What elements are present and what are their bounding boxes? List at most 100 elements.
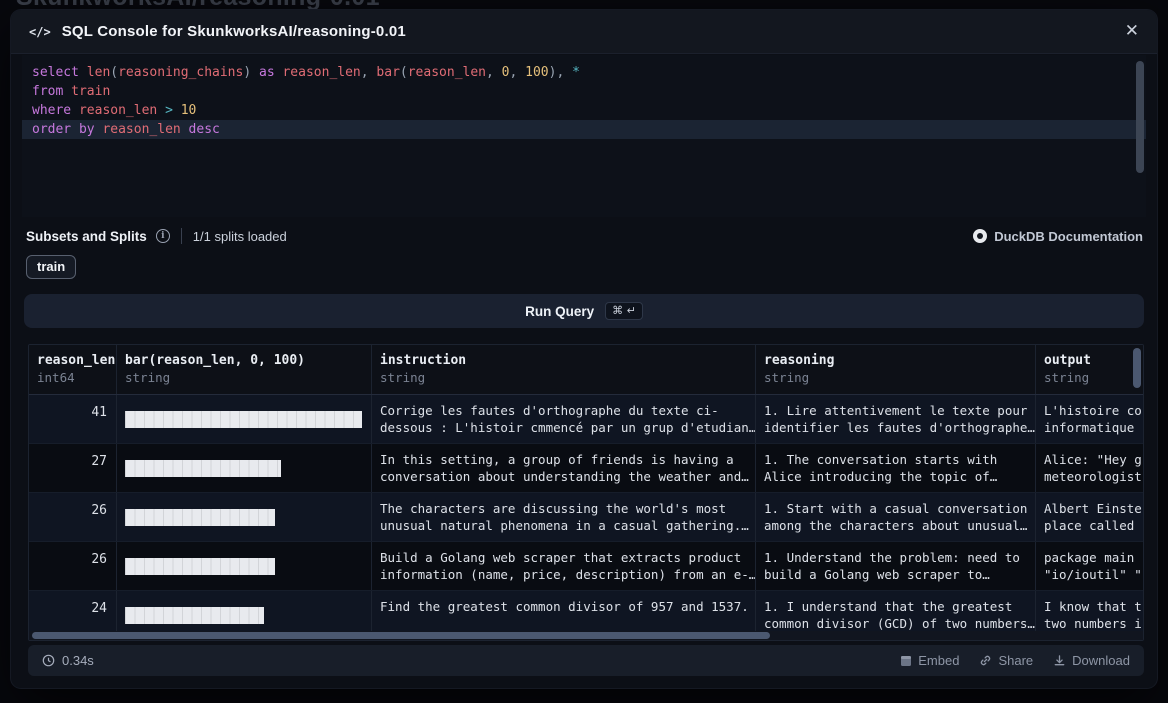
table-body: 41 Corrige les fautes d'orthographe du te… bbox=[29, 395, 1144, 633]
cell-reasoning: 1. Start with a casual conversation amon… bbox=[756, 493, 1036, 541]
sql-console-modal: </> SQL Console for SkunkworksAI/reasoni… bbox=[11, 10, 1157, 688]
splits-loaded-status: 1/1 splits loaded bbox=[193, 229, 287, 244]
sql-token: train bbox=[71, 84, 110, 99]
cell-reason-len: 27 bbox=[29, 444, 117, 492]
run-query-button[interactable]: Run Query ⌘ ↵ bbox=[24, 294, 1144, 328]
sql-token: select bbox=[32, 65, 87, 80]
sql-token: 10 bbox=[181, 103, 197, 118]
cell-instruction: In this setting, a group of friends is h… bbox=[372, 444, 756, 492]
sql-editor[interactable]: select len(reasoning_chains) as reason_l… bbox=[22, 55, 1146, 217]
modal-title: SQL Console for SkunkworksAI/reasoning-0… bbox=[62, 23, 406, 40]
bar-chart-fill bbox=[125, 411, 362, 428]
sql-token: 100 bbox=[525, 65, 548, 80]
sql-token: ), bbox=[549, 65, 572, 80]
cell-output: Alice: "Hey g meteorologist bbox=[1036, 444, 1144, 492]
column-name: output bbox=[1044, 353, 1144, 368]
run-query-label: Run Query bbox=[525, 304, 594, 319]
column-header-bar: bar(reason_len, 0, 100) string bbox=[117, 345, 372, 394]
cell-instruction: Corrige les fautes d'orthographe du text… bbox=[372, 395, 756, 443]
cell-bar bbox=[117, 493, 372, 541]
bar-chart-fill bbox=[125, 607, 264, 624]
editor-scrollbar[interactable] bbox=[1136, 61, 1144, 173]
sql-token: where bbox=[32, 103, 79, 118]
share-button[interactable]: Share bbox=[979, 653, 1033, 668]
info-icon[interactable]: i bbox=[156, 229, 170, 243]
cell-instruction: Find the greatest common divisor of 957 … bbox=[372, 591, 756, 633]
shortcut-badge: ⌘ ↵ bbox=[605, 302, 643, 320]
close-icon[interactable]: ✕ bbox=[1125, 23, 1139, 40]
sql-token: ) bbox=[243, 65, 259, 80]
column-type: string bbox=[1044, 370, 1144, 385]
cell-instruction: The characters are discussing the world'… bbox=[372, 493, 756, 541]
clock-icon bbox=[42, 654, 55, 667]
sql-token: reason_len bbox=[282, 65, 360, 80]
code-icon: </> bbox=[29, 25, 51, 39]
cell-reasoning: 1. Understand the problem: need to build… bbox=[756, 542, 1036, 590]
results-footer: 0.34s Embed Share bbox=[28, 645, 1144, 676]
query-duration: 0.34s bbox=[42, 653, 94, 668]
embed-icon bbox=[900, 655, 912, 667]
vertical-scrollbar-thumb[interactable] bbox=[1133, 348, 1141, 388]
table-row: 24 Find the greatest common divisor of 95… bbox=[29, 591, 1144, 633]
cell-output: I know that t two numbers i bbox=[1036, 591, 1144, 633]
table-row: 27 In this setting, a group of friends is… bbox=[29, 444, 1144, 493]
sql-token: order by bbox=[32, 122, 102, 137]
split-chips: train bbox=[26, 255, 76, 279]
column-type: string bbox=[764, 370, 1027, 385]
sql-token: ( bbox=[400, 65, 408, 80]
download-icon bbox=[1053, 654, 1066, 667]
bar-chart-fill bbox=[125, 460, 281, 477]
sql-token: reason_len bbox=[102, 122, 188, 137]
column-type: string bbox=[125, 370, 363, 385]
sql-token: as bbox=[259, 65, 282, 80]
code-line[interactable]: select len(reasoning_chains) as reason_l… bbox=[22, 63, 1146, 82]
cell-reasoning: 1. I understand that the greatest common… bbox=[756, 591, 1036, 633]
cell-output: L'histoire co informatique bbox=[1036, 395, 1144, 443]
column-header-output: output string bbox=[1036, 345, 1144, 394]
duckdb-docs-label: DuckDB Documentation bbox=[994, 229, 1143, 244]
cell-bar bbox=[117, 542, 372, 590]
table-header-row: reason_lenint64 bar(reason_len, 0, 100) st… bbox=[29, 345, 1144, 395]
sql-token: reason_len bbox=[408, 65, 486, 80]
split-chip-train[interactable]: train bbox=[26, 255, 76, 279]
cell-output: Albert Einste place called bbox=[1036, 493, 1144, 541]
table-row: 26The characters are discussing the worl… bbox=[29, 493, 1144, 542]
download-button[interactable]: Download bbox=[1053, 653, 1130, 668]
duckdb-icon bbox=[973, 229, 987, 243]
cell-output: package main "io/ioutil" " bbox=[1036, 542, 1144, 590]
column-type: string bbox=[380, 370, 747, 385]
bar-chart-fill bbox=[125, 509, 275, 526]
column-name: reason_len bbox=[37, 353, 108, 368]
results-table: reason_lenint64 bar(reason_len, 0, 100) st… bbox=[28, 344, 1144, 641]
sql-token: , bbox=[486, 65, 502, 80]
horizontal-scrollbar-thumb[interactable] bbox=[32, 632, 770, 639]
column-name: bar(reason_len, 0, 100) bbox=[125, 353, 363, 368]
sql-token: , bbox=[510, 65, 526, 80]
subsets-row: Subsets and Splits i 1/1 splits loaded D… bbox=[26, 228, 1143, 244]
cell-reason-len: 41 bbox=[29, 395, 117, 443]
code-line[interactable]: order by reason_len desc bbox=[22, 120, 1146, 139]
sql-token: , bbox=[361, 65, 377, 80]
sql-token: 0 bbox=[502, 65, 510, 80]
sql-token: len bbox=[87, 65, 110, 80]
code-line[interactable]: where reason_len > 10 bbox=[22, 101, 1146, 120]
page-backdrop: SkunkworksAI/reasoning-0.01 </> SQL Cons… bbox=[0, 0, 1168, 703]
bar-chart-fill bbox=[125, 558, 275, 575]
horizontal-scrollbar[interactable] bbox=[29, 631, 1143, 640]
sql-token: > bbox=[165, 103, 181, 118]
sql-code[interactable]: select len(reasoning_chains) as reason_l… bbox=[22, 55, 1146, 147]
column-name: instruction bbox=[380, 353, 747, 368]
column-header-instruction: instruction string bbox=[372, 345, 756, 394]
cell-reason-len: 24 bbox=[29, 591, 117, 633]
cell-bar bbox=[117, 395, 372, 443]
cell-instruction: Build a Golang web scraper that extracts… bbox=[372, 542, 756, 590]
divider bbox=[181, 228, 182, 244]
cell-reasoning: 1. Lire attentivement le texte pour iden… bbox=[756, 395, 1036, 443]
sql-token: reason_len bbox=[79, 103, 165, 118]
embed-button[interactable]: Embed bbox=[900, 653, 959, 668]
column-name: reasoning bbox=[764, 353, 1027, 368]
footer-actions: Embed Share Download bbox=[900, 653, 1130, 668]
column-header-reason_len: reason_lenint64 bbox=[29, 345, 117, 394]
duckdb-docs-link[interactable]: DuckDB Documentation bbox=[973, 229, 1143, 244]
code-line[interactable]: from train bbox=[22, 82, 1146, 101]
